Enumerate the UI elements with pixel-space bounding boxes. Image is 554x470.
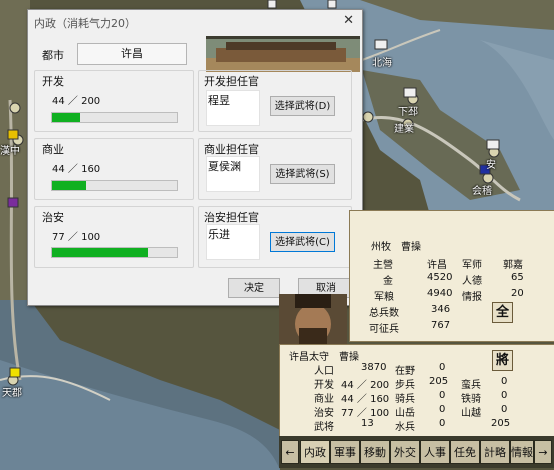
- all-button[interactable]: 全: [492, 302, 513, 323]
- scroll-left-button[interactable]: ←: [281, 440, 299, 464]
- header-main-city: 许昌: [427, 260, 447, 271]
- governor-name: 曹操: [401, 242, 421, 253]
- mountain-value: 0: [439, 404, 446, 415]
- shanyue-label: 山越: [461, 408, 481, 419]
- barbarian-value: 0: [501, 376, 508, 387]
- extra-troops-value: 205: [491, 418, 511, 429]
- city-status-panel: 州牧 曹操 主營 许昌 军师 郭嘉 金 4520 人德 65 军粮 4940 情…: [279, 210, 554, 470]
- header-advisor-label: 军师: [462, 260, 482, 271]
- map-label-beihai[interactable]: 北海: [372, 54, 392, 69]
- cmd-military[interactable]: 軍事: [330, 440, 360, 464]
- generals-value: 13: [361, 418, 374, 429]
- development-officer-name: 程昱: [208, 94, 230, 107]
- scroll-right-button[interactable]: →: [534, 440, 552, 464]
- total-troops-value: 346: [431, 304, 451, 315]
- cavalry-value: 0: [439, 390, 446, 401]
- food-label: 军粮: [374, 292, 394, 303]
- unemployed-value: 0: [439, 362, 446, 373]
- cavalry-label: 骑兵: [395, 394, 415, 405]
- development-progress-fill: [52, 113, 80, 122]
- cmd-domestic[interactable]: 内政: [300, 440, 330, 464]
- iron-cavalry-value: 0: [501, 390, 508, 401]
- barbarian-label: 蛮兵: [461, 380, 481, 391]
- cmd-personnel[interactable]: 人事: [420, 440, 450, 464]
- map-label-xiapi[interactable]: 下邳: [398, 103, 418, 118]
- unemployed-label: 在野: [395, 366, 415, 377]
- navy-label: 水兵: [395, 422, 415, 433]
- ok-button[interactable]: 决定: [228, 278, 280, 298]
- cmd-intel[interactable]: 情報: [510, 440, 534, 464]
- city-label: 都市: [42, 49, 64, 62]
- city-commerce-label: 商业: [314, 394, 334, 405]
- cmd-diplomacy[interactable]: 外交: [390, 440, 420, 464]
- development-officer-label: 开发担任官: [204, 75, 259, 88]
- city-portrait-image: [206, 36, 360, 72]
- commerce-label: 商业: [42, 143, 64, 156]
- map-label-tianjun[interactable]: 天郡: [2, 384, 22, 399]
- population-label: 人口: [314, 366, 334, 377]
- security-officer-label: 治安担任官: [204, 211, 259, 224]
- virtue-label: 人德: [462, 276, 482, 287]
- ruler-portrait: [279, 294, 347, 344]
- city-dev-value: 44 ／ 200: [341, 380, 390, 391]
- cmd-move[interactable]: 移動: [360, 440, 390, 464]
- city-field: 许昌: [77, 43, 187, 65]
- map-label-an[interactable]: 安: [486, 156, 496, 171]
- commerce-value: 44 ／ 160: [52, 164, 101, 175]
- security-value: 77 ／ 100: [52, 232, 101, 243]
- development-progress-bar: [51, 112, 178, 123]
- map-label-jianye[interactable]: 建業: [394, 120, 414, 135]
- navy-value: 0: [439, 418, 446, 429]
- generals-label: 武将: [314, 422, 334, 433]
- general-button[interactable]: 將: [492, 350, 513, 371]
- total-troops-label: 总兵数: [369, 308, 399, 319]
- shanyue-value: 0: [501, 404, 508, 415]
- prefect-title: 许昌太守: [289, 352, 329, 363]
- security-progress-bar: [51, 247, 178, 258]
- security-officer-name: 乐进: [208, 228, 230, 241]
- development-value: 44 ／ 200: [52, 96, 101, 107]
- security-label: 治安: [42, 211, 64, 224]
- map-label-hanzhong[interactable]: 漢中: [0, 142, 20, 157]
- city-security-value: 77 ／ 100: [341, 408, 390, 419]
- virtue-value: 65: [511, 272, 524, 283]
- draftable-label: 可征兵: [369, 324, 399, 335]
- commerce-progress-fill: [52, 181, 87, 190]
- intel-value: 20: [511, 288, 524, 299]
- iron-cavalry-label: 铁骑: [461, 394, 481, 405]
- select-development-officer-button[interactable]: 选择武将(D): [270, 96, 335, 116]
- gold-label: 金: [383, 276, 393, 287]
- header-advisor-name: 郭嘉: [503, 260, 523, 271]
- infantry-label: 步兵: [395, 380, 415, 391]
- gold-value: 4520: [427, 272, 453, 283]
- city-commerce-value: 44 ／ 160: [341, 394, 390, 405]
- development-label: 开发: [42, 75, 64, 88]
- map-label-kuaiji[interactable]: 会稽: [472, 182, 492, 197]
- commerce-officer-name: 夏侯渊: [208, 160, 241, 173]
- cmd-appoint[interactable]: 任免: [450, 440, 480, 464]
- close-icon[interactable]: ✕: [343, 13, 354, 28]
- mountain-label: 山岳: [395, 408, 415, 419]
- commerce-progress-bar: [51, 180, 178, 191]
- commerce-officer-label: 商业担任官: [204, 143, 259, 156]
- infantry-value: 205: [429, 376, 449, 387]
- city-security-label: 治安: [314, 408, 334, 419]
- dialog-title: 内政（消耗气力20）: [34, 17, 136, 30]
- intel-label: 情报: [462, 292, 482, 303]
- draftable-value: 767: [431, 320, 451, 331]
- prefect-name: 曹操: [339, 352, 359, 363]
- security-progress-fill: [52, 248, 149, 257]
- food-value: 4940: [427, 288, 453, 299]
- city-dev-label: 开发: [314, 380, 334, 391]
- population-value: 3870: [361, 362, 387, 373]
- select-commerce-officer-button[interactable]: 选择武将(S): [270, 164, 335, 184]
- cmd-strategy[interactable]: 計略: [480, 440, 510, 464]
- governor-label: 州牧: [371, 242, 391, 253]
- header-main-camp: 主營: [373, 260, 393, 271]
